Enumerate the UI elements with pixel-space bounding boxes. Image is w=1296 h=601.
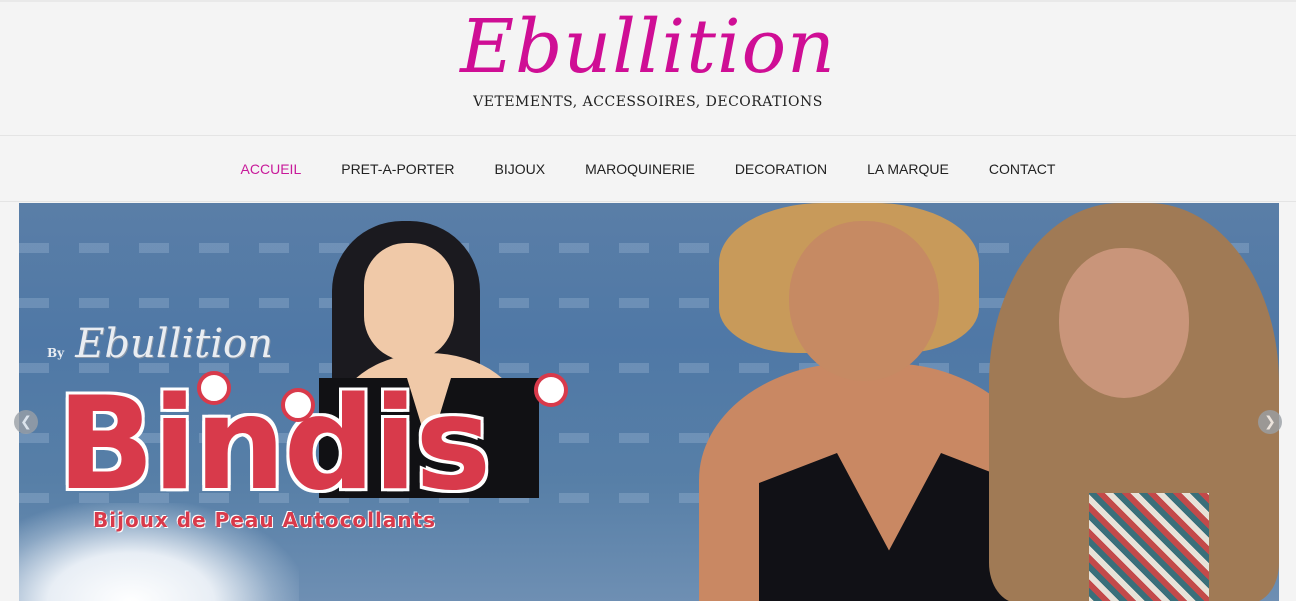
top-border (0, 0, 1296, 2)
nav-item-la-marque[interactable]: LA MARQUE (867, 161, 949, 177)
second-model-top (1089, 493, 1209, 601)
main-navigation: ACCUEIL PRET-A-PORTER BIJOUX MAROQUINERI… (0, 136, 1296, 202)
nav-item-decoration[interactable]: DECORATION (735, 161, 827, 177)
slide-subtitle: Bijoux de Peau Autocollants (93, 508, 437, 532)
site-tagline: VETEMENTS, ACCESSOIRES, DECORATIONS (473, 94, 823, 110)
slide-brand-label: Ebullition (75, 321, 273, 367)
nav-item-accueil[interactable]: ACCUEIL (241, 161, 302, 177)
nav-item-pret-a-porter[interactable]: PRET-A-PORTER (341, 161, 454, 177)
site-title[interactable]: Ebullition (0, 4, 1296, 90)
site-header: Ebullition VETEMENTS, ACCESSOIRES, DECOR… (0, 0, 1296, 136)
flower-icon (534, 373, 568, 407)
slide-brand-logo: By Ebullition (47, 321, 273, 367)
illustration-face (364, 243, 454, 361)
flower-icon (197, 371, 231, 405)
slide-by-label: By (47, 346, 65, 360)
second-model-face (1059, 248, 1189, 398)
model-photo-face (789, 221, 939, 381)
hero-slider[interactable]: By Ebullition Bindis Bijoux de Peau Auto… (19, 203, 1279, 601)
flower-icon (281, 388, 315, 422)
nav-item-bijoux[interactable]: BIJOUX (495, 161, 546, 177)
slide-headline: Bindis (57, 370, 491, 519)
chevron-left-icon[interactable]: ❮ (14, 410, 38, 434)
nav-item-maroquinerie[interactable]: MAROQUINERIE (585, 161, 695, 177)
chevron-right-icon[interactable]: ❯ (1258, 410, 1282, 434)
nav-item-contact[interactable]: CONTACT (989, 161, 1056, 177)
